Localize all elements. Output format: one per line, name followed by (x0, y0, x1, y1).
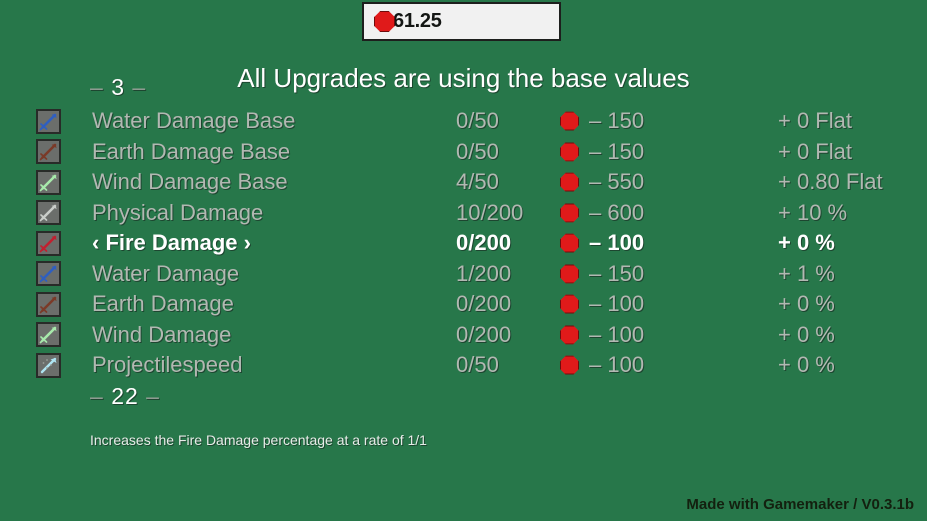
currency-value-text: 61.25 (393, 10, 442, 32)
upgrade-cost: – 550 (589, 169, 645, 195)
upgrade-bonus: + 0 % (778, 291, 835, 317)
upgrade-count: 0/50 (456, 108, 499, 134)
upgrade-count: 0/50 (456, 352, 499, 378)
game-screen: 61.25 – 3 – All Upgrades are using the b… (0, 0, 927, 521)
red-octagon-currency-icon (560, 264, 579, 284)
upgrade-cost: – 100 (589, 352, 645, 378)
upgrade-count: 1/200 (456, 260, 512, 286)
red-octagon-currency-icon (374, 11, 395, 32)
bottom-page-counter: – 22 – (90, 383, 160, 410)
upgrade-row[interactable]: Water Damage Base 0/50 – 150 + 0 Flat (36, 106, 916, 137)
upgrade-label: Water Damage (92, 260, 240, 286)
upgrade-cost: – 150 (589, 260, 645, 286)
red-octagon-currency-icon (560, 111, 579, 131)
earth-sword-icon (36, 291, 61, 317)
red-octagon-currency-icon (560, 203, 579, 223)
upgrade-bonus: + 0 Flat (778, 108, 852, 134)
upgrade-description: Increases the Fire Damage percentage at … (90, 432, 427, 448)
physical-sword-icon (36, 200, 61, 226)
upgrade-count: 0/200 (456, 291, 512, 317)
upgrade-bonus: + 0.80 Flat (778, 169, 883, 195)
upgrade-cost: – 150 (589, 108, 645, 134)
upgrade-row[interactable]: Water Damage 1/200 – 150 + 1 % (36, 259, 916, 290)
wind-sword-icon (36, 322, 61, 348)
upgrade-row[interactable]: Wind Damage Base 4/50 – 550 + 0.80 Flat (36, 167, 916, 198)
upgrade-bonus: + 0 % (778, 321, 835, 347)
wind-sword-icon (36, 169, 61, 195)
upgrade-count: 10/200 (456, 199, 524, 225)
counter-value: 22 (111, 383, 139, 409)
upgrade-count: 0/200 (456, 230, 512, 256)
red-octagon-currency-icon (560, 294, 579, 314)
upgrade-row[interactable]: Physical Damage 10/200 – 600 + 10 % (36, 198, 916, 229)
red-octagon-currency-icon (560, 233, 579, 253)
upgrade-count: 0/50 (456, 138, 499, 164)
water-sword-icon (36, 108, 61, 134)
upgrade-label: Wind Damage Base (92, 169, 288, 195)
fire-sword-icon (36, 230, 61, 256)
currency-value-box[interactable]: 61.25 (362, 2, 561, 41)
upgrade-label: ‹ Fire Damage › (92, 230, 251, 256)
upgrade-bonus: + 10 % (778, 199, 848, 225)
upgrade-bonus: + 0 Flat (778, 138, 852, 164)
upgrade-bonus: + 1 % (778, 260, 835, 286)
upgrade-bonus: + 0 % (778, 352, 835, 378)
upgrade-cost: – 100 (589, 230, 645, 256)
projectile-arrow-icon (36, 352, 61, 378)
upgrade-label: Wind Damage (92, 321, 232, 347)
counter-suffix-dash: – (146, 383, 160, 409)
upgrade-count: 4/50 (456, 169, 499, 195)
upgrade-row[interactable]: Earth Damage Base 0/50 – 150 + 0 Flat (36, 137, 916, 168)
upgrade-cost: – 150 (589, 138, 645, 164)
engine-credit: Made with Gamemaker / V0.3.1b (686, 496, 914, 513)
red-octagon-currency-icon (560, 325, 579, 345)
upgrade-row[interactable]: Projectilespeed 0/50 – 100 + 0 % (36, 350, 916, 381)
upgrade-bonus: + 0 % (778, 230, 835, 256)
upgrade-label: Physical Damage (92, 199, 264, 225)
red-octagon-currency-icon (560, 142, 579, 162)
upgrade-label: Earth Damage (92, 291, 234, 317)
upgrade-cost: – 600 (589, 199, 645, 225)
red-octagon-currency-icon (560, 172, 579, 192)
upgrade-cost: – 100 (589, 291, 645, 317)
upgrade-row[interactable]: Earth Damage 0/200 – 100 + 0 % (36, 289, 916, 320)
upgrade-cost: – 100 (589, 321, 645, 347)
upgrade-list: Water Damage Base 0/50– 150 + 0 Flat Earth … (36, 106, 916, 381)
counter-prefix-dash: – (90, 383, 104, 409)
upgrade-row[interactable]: Wind Damage 0/200 – 100 + 0 % (36, 320, 916, 351)
earth-sword-icon (36, 139, 61, 165)
upgrade-label: Earth Damage Base (92, 138, 291, 164)
upgrade-label: Water Damage Base (92, 108, 296, 134)
upgrade-label: Projectilespeed (92, 352, 243, 378)
water-sword-icon (36, 261, 61, 287)
upgrade-count: 0/200 (456, 321, 512, 347)
page-title: All Upgrades are using the base values (237, 63, 690, 93)
red-octagon-currency-icon (560, 355, 579, 375)
upgrade-row[interactable]: ‹ Fire Damage › 0/200 – 100 + 0 % (36, 228, 916, 259)
